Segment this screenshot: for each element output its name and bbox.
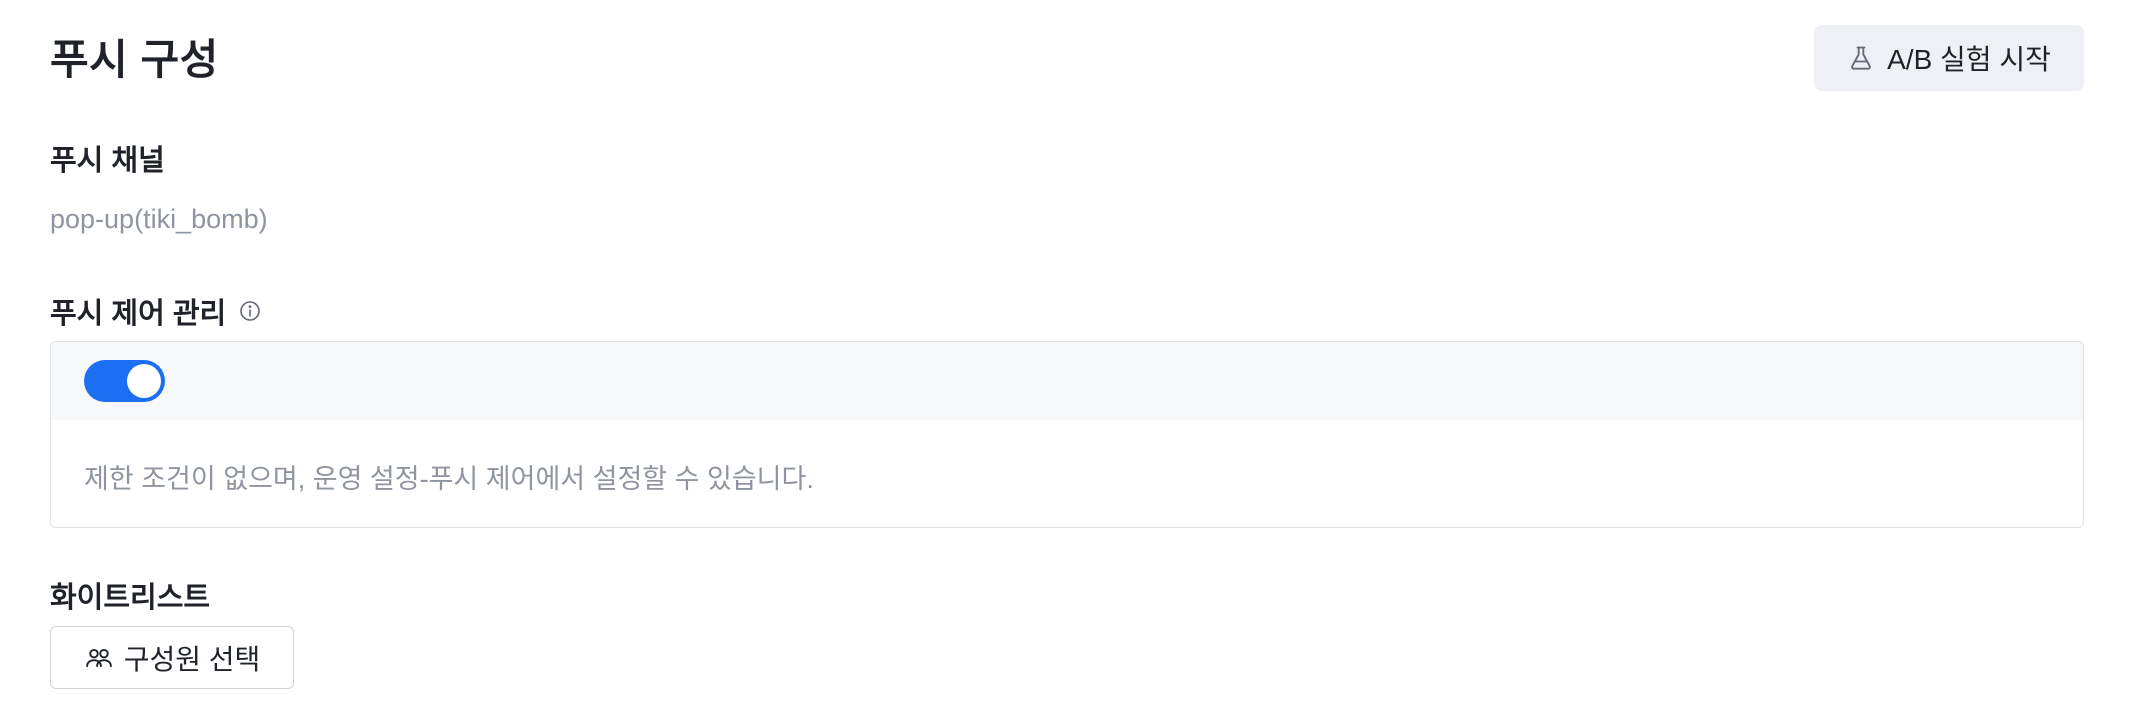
push-control-description: 제한 조건이 없으며, 운영 설정-푸시 제어에서 설정할 수 있습니다. <box>84 464 814 494</box>
users-icon <box>84 643 114 673</box>
push-channel-label: 푸시 채널 <box>50 137 165 179</box>
whitelist-label: 화이트리스트 <box>50 574 210 616</box>
push-channel-label-text: 푸시 채널 <box>50 145 165 177</box>
start-ab-test-label: A/B 실험 시작 <box>1887 44 2051 75</box>
toggle-knob <box>127 364 161 398</box>
push-control-label: 푸시 제어 관리 <box>50 290 262 332</box>
whitelist-label-text: 화이트리스트 <box>50 582 211 614</box>
info-icon[interactable] <box>238 299 262 323</box>
flask-icon <box>1847 44 1875 72</box>
select-members-button[interactable]: 구성원 선택 <box>50 626 294 689</box>
push-config-page: 푸시 구성 A/B 실험 시작 푸시 채널 pop-up(tiki_bomb) … <box>0 0 2136 726</box>
start-ab-test-button[interactable]: A/B 실험 시작 <box>1814 25 2084 91</box>
push-control-label-text: 푸시 제어 관리 <box>50 298 227 330</box>
push-control-panel: 제한 조건이 없으며, 운영 설정-푸시 제어에서 설정할 수 있습니다. <box>50 341 2084 528</box>
push-control-toggle[interactable] <box>84 360 165 402</box>
push-channel-value: pop-up(tiki_bomb) <box>50 204 268 234</box>
push-control-panel-header <box>51 342 2083 420</box>
page-title: 푸시 구성 <box>50 36 219 83</box>
select-members-label: 구성원 선택 <box>123 643 261 675</box>
